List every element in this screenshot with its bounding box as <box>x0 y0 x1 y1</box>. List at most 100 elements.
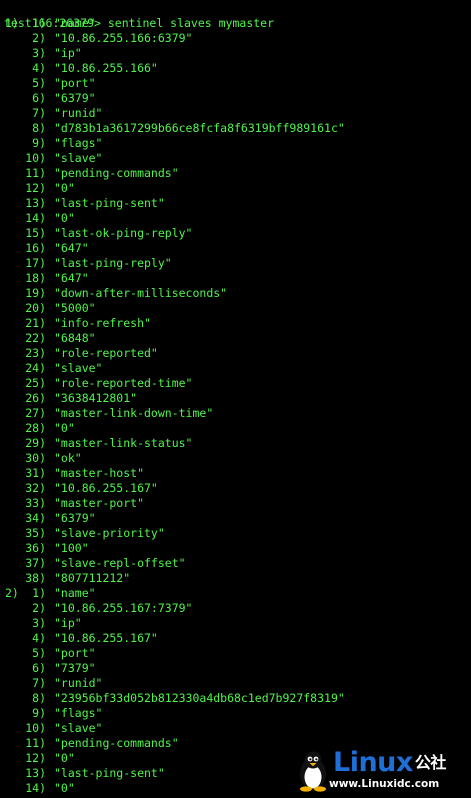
entry-index: 19) <box>25 286 46 300</box>
output-line: 26) "3638412801" <box>0 391 471 406</box>
entry-index: 18) <box>25 271 46 285</box>
entry-index: 9) <box>32 136 46 150</box>
output-line: 34) "6379" <box>0 511 471 526</box>
output-line: 9) "flags" <box>0 706 471 721</box>
entry-value: "slave" <box>54 151 103 165</box>
entry-index: 21) <box>25 316 46 330</box>
entry-value: "0" <box>54 421 75 435</box>
entry-index: 5) <box>32 646 46 660</box>
output-line: 36) "100" <box>0 541 471 556</box>
entry-value: "name" <box>54 586 96 600</box>
command-output: 1) 1) "name" 2) "10.86.255.166:6379" 3) "ip" 4)… <box>0 16 471 796</box>
entry-index: 35) <box>25 526 46 540</box>
entry-index: 38) <box>25 571 46 585</box>
entry-index: 9) <box>32 706 46 720</box>
entry-value: "0" <box>54 181 75 195</box>
entry-index: 23) <box>25 346 46 360</box>
output-line: 24) "slave" <box>0 361 471 376</box>
entry-value: "647" <box>54 271 89 285</box>
entry-index: 17) <box>25 256 46 270</box>
output-line: 21) "info-refresh" <box>0 316 471 331</box>
entry-index: 11) <box>25 166 46 180</box>
entry-index: 13) <box>25 766 46 780</box>
entry-value: "10.86.255.166" <box>54 61 158 75</box>
entry-value: "0" <box>54 781 75 795</box>
entry-value: "flags" <box>54 136 103 150</box>
output-line: 5) "port" <box>0 76 471 91</box>
output-line: 17) "last-ping-reply" <box>0 256 471 271</box>
entry-index: 20) <box>25 301 46 315</box>
entry-value: "3638412801" <box>54 391 138 405</box>
entry-index: 13) <box>25 196 46 210</box>
entry-index: 24) <box>25 361 46 375</box>
entry-index: 27) <box>25 406 46 420</box>
entry-value: "master-port" <box>54 496 145 510</box>
entry-index: 7) <box>32 676 46 690</box>
entry-value: "last-ping-sent" <box>54 766 165 780</box>
entry-index: 6) <box>32 91 46 105</box>
entry-index: 7) <box>32 106 46 120</box>
entry-value: "6379" <box>54 511 96 525</box>
output-line: 31) "master-host" <box>0 466 471 481</box>
entry-value: "0" <box>54 751 75 765</box>
entry-index: 6) <box>32 661 46 675</box>
output-line: 14) "0" <box>0 211 471 226</box>
output-line: 3) "ip" <box>0 46 471 61</box>
entry-value: "23956bf33d052b812330a4db68c1ed7b927f831… <box>54 691 345 705</box>
entry-value: "pending-commands" <box>54 166 179 180</box>
entry-index: 22) <box>25 331 46 345</box>
entry-value: "0" <box>54 211 75 225</box>
penguin-icon <box>300 751 326 792</box>
watermark-title-cn: 公社 <box>414 753 447 772</box>
entry-index: 32) <box>25 481 46 495</box>
entry-index: 11) <box>25 736 46 750</box>
output-line: 8) "d783b1a3617299b66ce8fcfa8f6319bff9891… <box>0 121 471 136</box>
terminal-window[interactable]: test166:26379> sentinel slaves mymaster … <box>0 0 471 798</box>
output-line: 38) "807711212" <box>0 571 471 586</box>
entry-index: 3) <box>32 616 46 630</box>
entry-index: 31) <box>25 466 46 480</box>
entry-value: "down-after-milliseconds" <box>54 286 228 300</box>
entry-index: 34) <box>25 511 46 525</box>
output-line: 30) "ok" <box>0 451 471 466</box>
output-line: 33) "master-port" <box>0 496 471 511</box>
output-line: 18) "647" <box>0 271 471 286</box>
entry-index: 33) <box>25 496 46 510</box>
entry-value: "ip" <box>54 616 82 630</box>
entry-index: 14) <box>25 211 46 225</box>
entry-index: 4) <box>32 61 46 75</box>
output-line: 27) "master-link-down-time" <box>0 406 471 421</box>
entry-index: 2) <box>32 31 46 45</box>
entry-index: 15) <box>25 226 46 240</box>
output-line: 3) "ip" <box>0 616 471 631</box>
output-line: 12) "0" <box>0 181 471 196</box>
entry-value: "5000" <box>54 301 96 315</box>
entry-value: "10.86.255.166:6379" <box>54 31 193 45</box>
entry-value: "flags" <box>54 706 103 720</box>
entry-value: "pending-commands" <box>54 736 179 750</box>
output-line: 35) "slave-priority" <box>0 526 471 541</box>
entry-index: 28) <box>25 421 46 435</box>
output-line: 10) "slave" <box>0 721 471 736</box>
entry-index: 12) <box>25 751 46 765</box>
entry-value: "last-ping-sent" <box>54 196 165 210</box>
entry-index: 1) <box>32 16 46 30</box>
output-line: 2) 1) "name" <box>0 586 471 601</box>
entry-index: 25) <box>25 376 46 390</box>
entry-index: 12) <box>25 181 46 195</box>
entry-index: 37) <box>25 556 46 570</box>
entry-value: "slave" <box>54 721 103 735</box>
output-line: 29) "master-link-status" <box>0 436 471 451</box>
entry-value: "port" <box>54 76 96 90</box>
entry-value: "10.86.255.167:7379" <box>54 601 193 615</box>
entry-value: "role-reported" <box>54 346 158 360</box>
output-line: 19) "down-after-milliseconds" <box>0 286 471 301</box>
entry-index: 10) <box>25 151 46 165</box>
output-line: 28) "0" <box>0 421 471 436</box>
entry-value: "slave-priority" <box>54 526 165 540</box>
entry-index: 3) <box>32 46 46 60</box>
output-line: 2) "10.86.255.166:6379" <box>0 31 471 46</box>
entry-value: "last-ping-reply" <box>54 256 172 270</box>
output-line: 6) "7379" <box>0 661 471 676</box>
entry-value: "master-host" <box>54 466 145 480</box>
